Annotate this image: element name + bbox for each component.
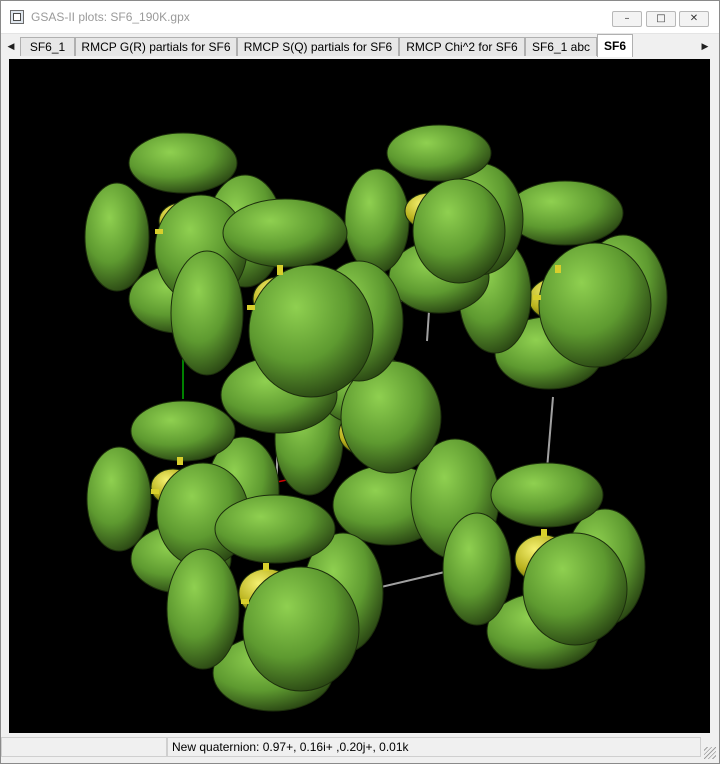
- title-bar[interactable]: GSAS-II plots: SF6_190K.gpx – □ ✕: [1, 1, 719, 34]
- status-bar: New quaternion: 0.97+, 0.16i+ ,0.20j+, 0…: [1, 735, 719, 763]
- tab-rmcp-gr-partials[interactable]: RMCP G(R) partials for SF6: [75, 37, 237, 56]
- maximize-button[interactable]: □: [646, 11, 676, 27]
- window-title: GSAS-II plots: SF6_190K.gpx: [31, 10, 190, 24]
- close-button[interactable]: ✕: [679, 11, 709, 27]
- tab-sf6-1[interactable]: SF6_1: [20, 37, 75, 56]
- structure-3d-canvas[interactable]: [9, 59, 710, 733]
- plot-tab-bar: ◀ SF6_1 RMCP G(R) partials for SF6 RMCP …: [1, 34, 719, 58]
- status-pane-left: [1, 737, 167, 757]
- structure-render[interactable]: [9, 59, 710, 733]
- window-app-icon[interactable]: [10, 10, 24, 24]
- tab-sf6-1-abc[interactable]: SF6_1 abc: [525, 37, 597, 56]
- tab-rmcp-chi2[interactable]: RMCP Chi^2 for SF6: [399, 37, 525, 56]
- status-message: New quaternion: 0.97+, 0.16i+ ,0.20j+, 0…: [167, 737, 701, 757]
- minimize-button[interactable]: –: [612, 11, 642, 27]
- plot-window: GSAS-II plots: SF6_190K.gpx – □ ✕ ◀ SF6_…: [0, 0, 720, 764]
- tab-rmcp-sq-partials[interactable]: RMCP S(Q) partials for SF6: [237, 37, 399, 56]
- tab-scroll-right-icon[interactable]: ▶: [698, 38, 712, 54]
- resize-grip-icon[interactable]: [704, 747, 716, 759]
- tab-scroll-left-icon[interactable]: ◀: [4, 38, 18, 54]
- tab-sf6[interactable]: SF6: [597, 34, 633, 57]
